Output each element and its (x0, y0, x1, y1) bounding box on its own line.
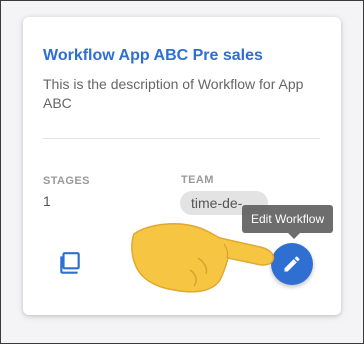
team-chip-label: time-de- (191, 195, 243, 211)
stages-count: 1 (43, 193, 51, 209)
stages-label: STAGES (43, 175, 90, 187)
copy-workflow-button[interactable] (53, 247, 87, 281)
copy-icon (60, 252, 80, 274)
pointing-hand-icon (131, 223, 275, 293)
card-divider (43, 138, 320, 139)
pencil-icon (284, 256, 300, 272)
workflow-description: This is the description of Workflow for … (43, 76, 304, 111)
team-label: TEAM (181, 174, 214, 186)
workflow-title[interactable]: Workflow App ABC Pre sales (43, 47, 263, 65)
tooltip-arrow (288, 233, 300, 239)
